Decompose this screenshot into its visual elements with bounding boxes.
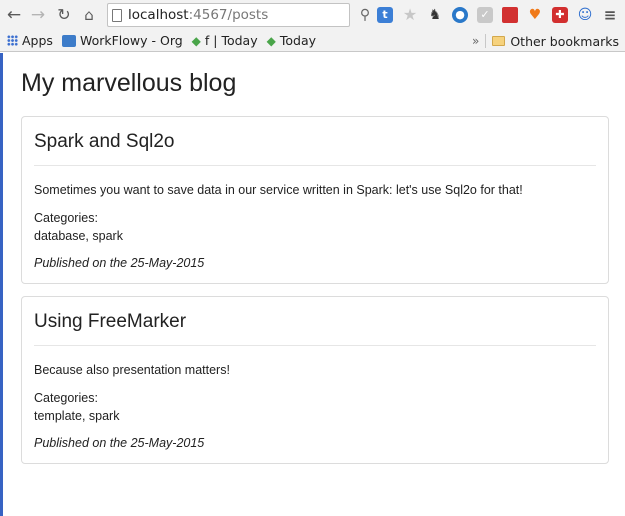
page-title: My marvellous blog [21, 69, 237, 97]
divider [34, 165, 596, 166]
menu-icon[interactable]: ≡ [602, 7, 618, 23]
bookmark-workflowy[interactable]: WorkFlowy - Org [61, 33, 183, 48]
bookmark-apps[interactable]: Apps [0, 33, 53, 48]
fox-extension-icon[interactable]: ♥ [527, 7, 543, 23]
t-extension-icon[interactable]: t [377, 7, 393, 23]
divider [34, 345, 596, 346]
bookmark-apps-label: Apps [22, 33, 53, 48]
extensions-area: ⚲ t ★ ♞ ● ✓ ♥ ✚ ☺ ≡ [358, 7, 618, 23]
bookmark-other-label: Other bookmarks [510, 33, 619, 49]
home-icon[interactable]: ⌂ [79, 7, 99, 23]
categories-list: database, spark [34, 229, 123, 243]
post-title: Spark and Sql2o [34, 131, 175, 152]
back-arrow-icon[interactable]: ← [4, 6, 24, 24]
checkbox-extension-icon[interactable]: ✓ [477, 7, 493, 23]
folder-icon [492, 36, 506, 46]
url-path: :4567/posts [188, 7, 269, 23]
diamond-icon: ◆ [191, 33, 201, 48]
bookmarks-bar: Apps WorkFlowy - Org ◆ f | Today ◆ Today… [0, 30, 625, 52]
post-card: Spark and Sql2o Sometimes you want to sa… [21, 116, 609, 284]
bookmark-today-label: Today [279, 33, 317, 48]
diamond-icon: ◆ [266, 33, 276, 48]
categories-label: Categories: [34, 211, 98, 225]
post-title: Using FreeMarker [34, 311, 187, 332]
reload-icon[interactable]: ↻ [54, 7, 74, 23]
bookmark-f-today-label: f | Today [204, 33, 258, 48]
categories-list: template, spark [34, 409, 120, 423]
separator [485, 34, 487, 48]
bookmarks-overflow-area: » Other bookmarks [472, 30, 619, 52]
post-body: Sometimes you want to save data in our s… [34, 183, 523, 197]
zoom-icon[interactable]: ⚲ [358, 7, 372, 23]
bookmark-f-today[interactable]: ◆ f | Today [192, 33, 258, 48]
published-date: Published on the 25-May-2015 [34, 256, 205, 270]
bookmark-today[interactable]: ◆ Today [267, 33, 316, 48]
page-icon [112, 8, 122, 22]
bookmark-star-icon[interactable]: ★ [402, 7, 418, 23]
puzzle-extension-icon[interactable]: ♞ [427, 7, 443, 23]
browser-toolbar: ← → ↻ ⌂ localhost:4567/posts ⚲ t ★ ♞ ● ✓… [0, 0, 625, 30]
book-extension-icon[interactable] [502, 7, 518, 23]
apps-grid-icon [7, 35, 18, 46]
workflowy-icon [61, 34, 76, 47]
categories-label: Categories: [34, 391, 98, 405]
post-card: Using FreeMarker Because also presentati… [21, 296, 609, 464]
address-bar[interactable]: localhost:4567/posts [107, 3, 350, 27]
window-left-edge [0, 53, 3, 516]
ghost-extension-icon[interactable]: ✚ [552, 7, 568, 23]
chevron-overflow-icon[interactable]: » [472, 34, 479, 48]
person-extension-icon[interactable]: ☺ [577, 7, 593, 23]
published-date: Published on the 25-May-2015 [34, 436, 205, 450]
eye-extension-icon[interactable]: ● [452, 7, 468, 23]
post-body: Because also presentation matters! [34, 363, 230, 377]
forward-arrow-icon[interactable]: → [28, 6, 48, 24]
url-host: localhost [128, 7, 189, 23]
bookmark-other[interactable]: Other bookmarks [492, 34, 619, 49]
bookmark-workflowy-label: WorkFlowy - Org [79, 33, 183, 48]
